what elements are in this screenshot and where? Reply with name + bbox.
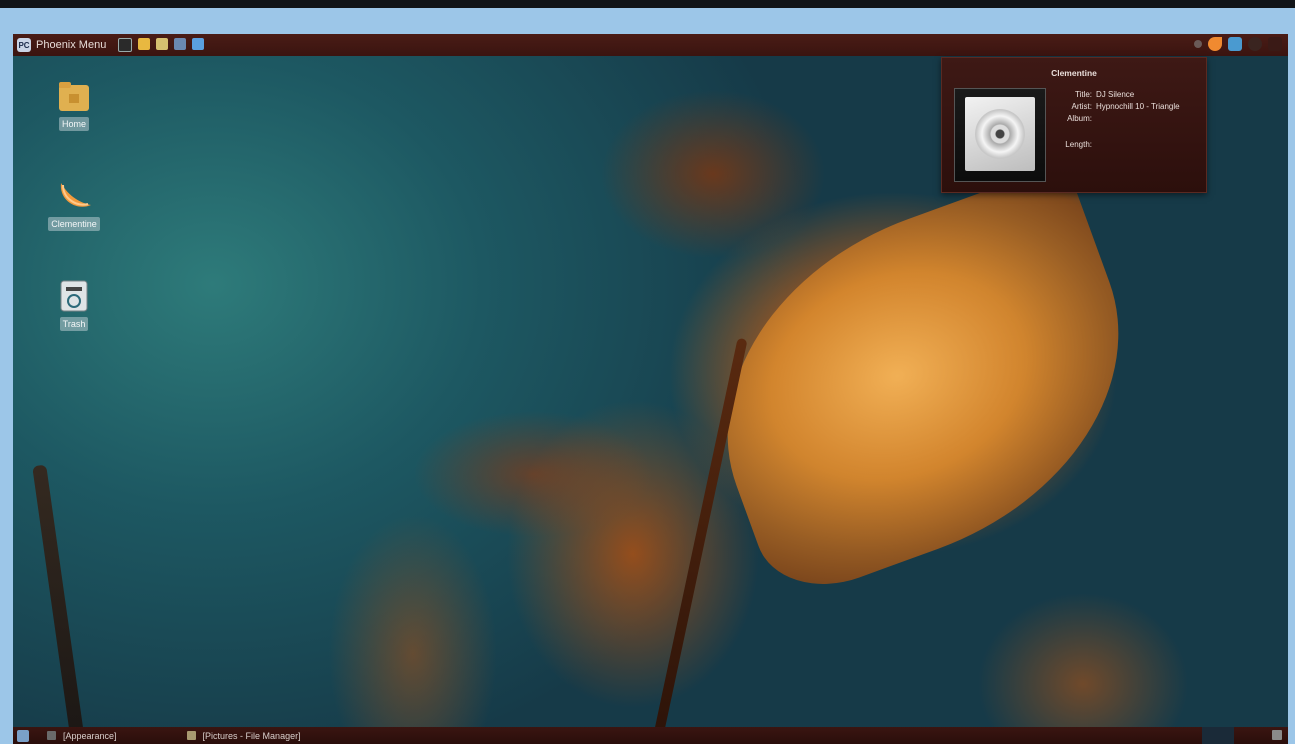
terminal-icon[interactable] — [118, 38, 133, 52]
meta-album-label: Album: — [1067, 114, 1092, 123]
desktop-icon-label: Trash — [59, 317, 89, 331]
meta-title-value: DJ Silence — [1096, 90, 1135, 99]
desktop-icon-clementine[interactable]: Clementine — [39, 177, 109, 231]
quick-launchers — [118, 38, 205, 52]
browser-icon[interactable] — [192, 38, 205, 50]
text-editor-icon[interactable] — [156, 38, 169, 50]
task-label: [Appearance] — [63, 730, 117, 741]
display-icon[interactable] — [1228, 37, 1242, 51]
window-top-border — [0, 0, 1295, 8]
desktop-icon-trash[interactable]: Trash — [39, 279, 109, 331]
wallpaper-stem — [648, 337, 748, 744]
file-manager-icon[interactable] — [138, 38, 151, 50]
network-icon[interactable] — [1194, 40, 1202, 48]
image-viewer-icon[interactable] — [174, 38, 187, 50]
clementine-notification[interactable]: Clementine Title: DJ Silence Artist: Hyp… — [941, 57, 1207, 193]
desktop-icon-label: Home — [58, 117, 89, 131]
appearance-icon — [47, 731, 56, 740]
workspace-switcher[interactable] — [1202, 727, 1234, 744]
home-folder-icon — [59, 82, 89, 111]
trash-icon — [60, 280, 88, 312]
phoenix-menu-label: Phoenix Menu — [36, 39, 107, 51]
phoenix-menu-icon: PC — [17, 38, 31, 52]
system-tray — [1194, 37, 1282, 51]
clementine-icon[interactable] — [1208, 37, 1222, 51]
desktop-icon-label: Clementine — [48, 217, 100, 231]
wallpaper-branch — [32, 464, 88, 744]
clementine-icon — [60, 183, 91, 207]
phoenix-menu-button[interactable]: PC Phoenix Menu — [17, 38, 106, 52]
file-manager-icon — [186, 731, 196, 740]
clock-icon[interactable] — [1268, 37, 1282, 51]
meta-length-row: Length: — [1054, 139, 1180, 151]
bottom-taskbar: [Appearance] [Pictures - File Manager] — [13, 727, 1288, 744]
task-label: [Pictures - File Manager] — [202, 730, 301, 741]
trash-applet-icon[interactable] — [1272, 730, 1282, 740]
album-cover — [954, 88, 1046, 182]
cd-icon — [975, 109, 1025, 159]
cd-case — [965, 97, 1035, 171]
meta-length-label: Length: — [1065, 140, 1092, 149]
meta-artist-value: Hypnochill 10 - Triangle — [1096, 102, 1180, 111]
meta-album-row: Album: — [1054, 113, 1180, 125]
meta-title-label: Title: — [1074, 90, 1092, 99]
desktop-icon-home[interactable]: Home — [39, 79, 109, 131]
meta-title-row: Title: DJ Silence — [1054, 89, 1180, 101]
top-panel: PC Phoenix Menu — [13, 34, 1288, 56]
power-icon[interactable] — [1248, 37, 1262, 51]
meta-artist-label: Artist: — [1071, 102, 1092, 111]
task-appearance[interactable]: [Appearance] — [47, 731, 117, 741]
show-desktop-icon[interactable] — [17, 729, 29, 742]
track-metadata: Title: DJ Silence Artist: Hypnochill 10 … — [1054, 89, 1180, 151]
wallpaper-leaf — [670, 161, 1176, 607]
task-file-manager[interactable]: [Pictures - File Manager] — [186, 730, 301, 741]
notification-title: Clementine — [1051, 68, 1097, 78]
meta-artist-row: Artist: Hypnochill 10 - Triangle — [1054, 101, 1180, 113]
